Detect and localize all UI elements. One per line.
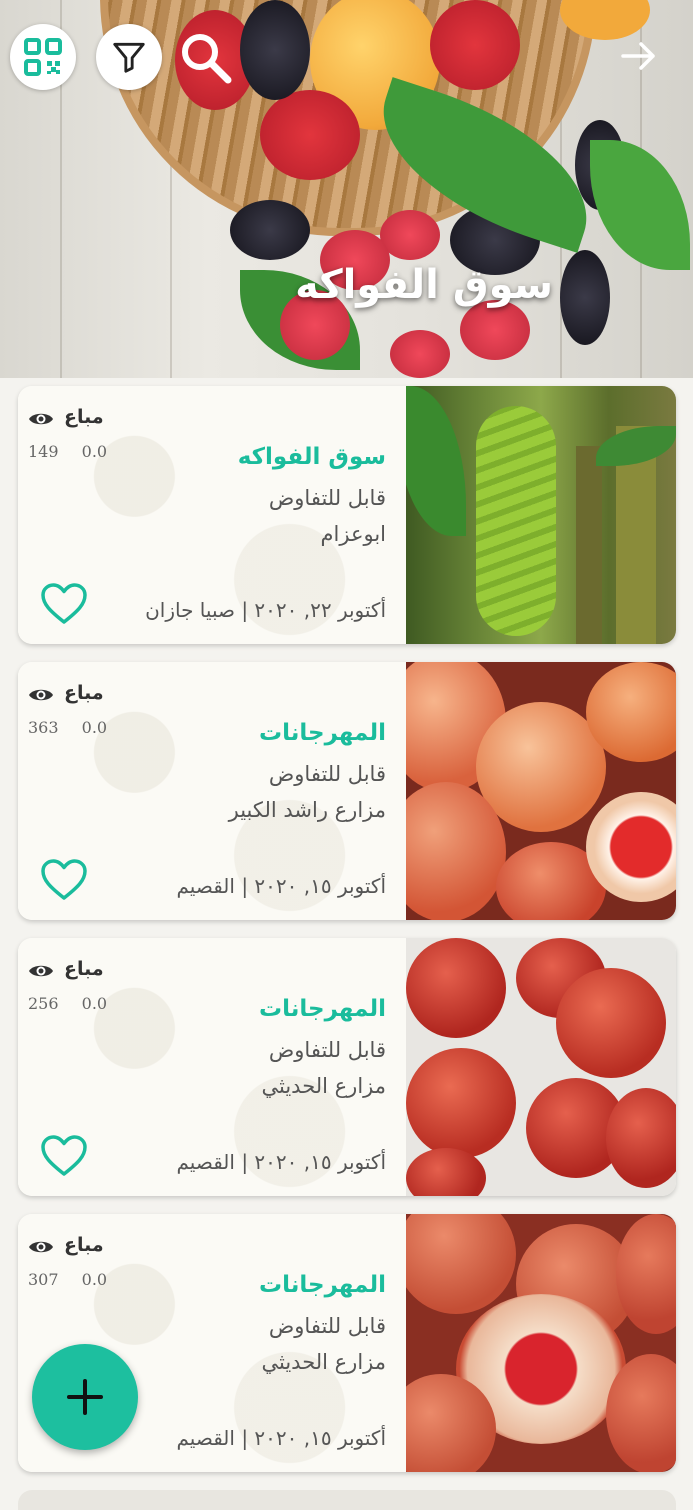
views-count: 363 (28, 718, 59, 737)
product-card[interactable]: مباع 149 0.0 سوق الفواكه قابل للتفاوض اب… (18, 386, 676, 644)
qr-code-button[interactable] (10, 24, 76, 90)
product-title: المهرجانات (258, 720, 386, 746)
leaf (590, 140, 690, 270)
product-image-pomegranates-open (406, 1214, 676, 1472)
negotiable-label: قابل للتفاوض (268, 1038, 386, 1062)
filter-button[interactable] (96, 24, 162, 90)
stats: 307 0.0 (28, 1270, 125, 1289)
views-count: 256 (28, 994, 59, 1013)
strawberry (430, 0, 520, 90)
seller-name: مزارع الحديثي (261, 1074, 386, 1098)
product-title: سوق الفواكه (237, 444, 386, 470)
favorite-button[interactable] (40, 1134, 88, 1178)
views-count: 149 (28, 442, 59, 461)
stats: 363 0.0 (28, 718, 125, 737)
next-card-peek (18, 1490, 676, 1510)
seller-name: ابوعزام (320, 522, 386, 546)
date-location: أكتوبر ٢٢, ٢٠٢٠ | صبيا جازان (145, 598, 386, 622)
negotiable-label: قابل للتفاوض (268, 762, 386, 786)
negotiable-label: قابل للتفاوض (268, 1314, 386, 1338)
heart-icon (41, 859, 87, 900)
raspberry (390, 330, 450, 378)
product-image-pomegranates-crate (406, 938, 676, 1196)
blackberry (230, 200, 310, 260)
add-product-button[interactable] (32, 1344, 138, 1450)
blackberry (240, 0, 310, 100)
eye-icon (28, 962, 54, 980)
sold-label: مباع (64, 682, 104, 704)
sold-label: مباع (64, 958, 104, 980)
raspberry (460, 300, 530, 360)
rating-value: 0.0 (81, 718, 108, 737)
date-location: أكتوبر ١٥, ٢٠٢٠ | القصيم (176, 1150, 387, 1174)
stats: 256 0.0 (28, 994, 125, 1013)
product-image-pomegranates (406, 662, 676, 920)
date-location: أكتوبر ١٥, ٢٠٢٠ | القصيم (176, 874, 387, 898)
heart-icon (41, 1135, 87, 1176)
rating-value: 0.0 (81, 442, 108, 461)
search-button[interactable] (176, 28, 236, 88)
favorite-button[interactable] (40, 582, 88, 626)
plus-icon (67, 1379, 103, 1415)
strawberry (260, 90, 360, 180)
rating-value: 0.0 (81, 1270, 108, 1289)
qr-code-icon (24, 38, 62, 76)
product-title: المهرجانات (258, 1272, 386, 1298)
product-info: مباع 363 0.0 المهرجانات قابل للتفاوض مزا… (18, 662, 406, 920)
negotiable-label: قابل للتفاوض (268, 486, 386, 510)
sold-label: مباع (64, 1234, 104, 1256)
views-count: 307 (28, 1270, 59, 1289)
header-banner: سوق الفواكه (0, 0, 693, 378)
page-title: سوق الفواكه (295, 262, 553, 308)
product-info: مباع 256 0.0 المهرجانات قابل للتفاوض مزا… (18, 938, 406, 1196)
blackberry (560, 250, 610, 345)
sold-label: مباع (64, 406, 104, 428)
date-location: أكتوبر ١٥, ٢٠٢٠ | القصيم (176, 1426, 387, 1450)
product-card[interactable]: مباع 363 0.0 المهرجانات قابل للتفاوض مزا… (18, 662, 676, 920)
arrow-right-icon (621, 42, 655, 70)
favorite-button[interactable] (40, 858, 88, 902)
seller-name: مزارع الحديثي (261, 1350, 386, 1374)
back-button[interactable] (619, 36, 659, 76)
rating-value: 0.0 (81, 994, 108, 1013)
product-info: مباع 149 0.0 سوق الفواكه قابل للتفاوض اب… (18, 386, 406, 644)
heart-icon (41, 583, 87, 624)
product-image-bananas (406, 386, 676, 644)
product-card[interactable]: مباع 256 0.0 المهرجانات قابل للتفاوض مزا… (18, 938, 676, 1196)
eye-icon (28, 1238, 54, 1256)
stats: 149 0.0 (28, 442, 125, 461)
product-title: المهرجانات (258, 996, 386, 1022)
search-icon (182, 34, 232, 84)
filter-icon (113, 42, 145, 73)
eye-icon (28, 686, 54, 704)
seller-name: مزارع راشد الكبير (228, 798, 386, 822)
eye-icon (28, 410, 54, 428)
